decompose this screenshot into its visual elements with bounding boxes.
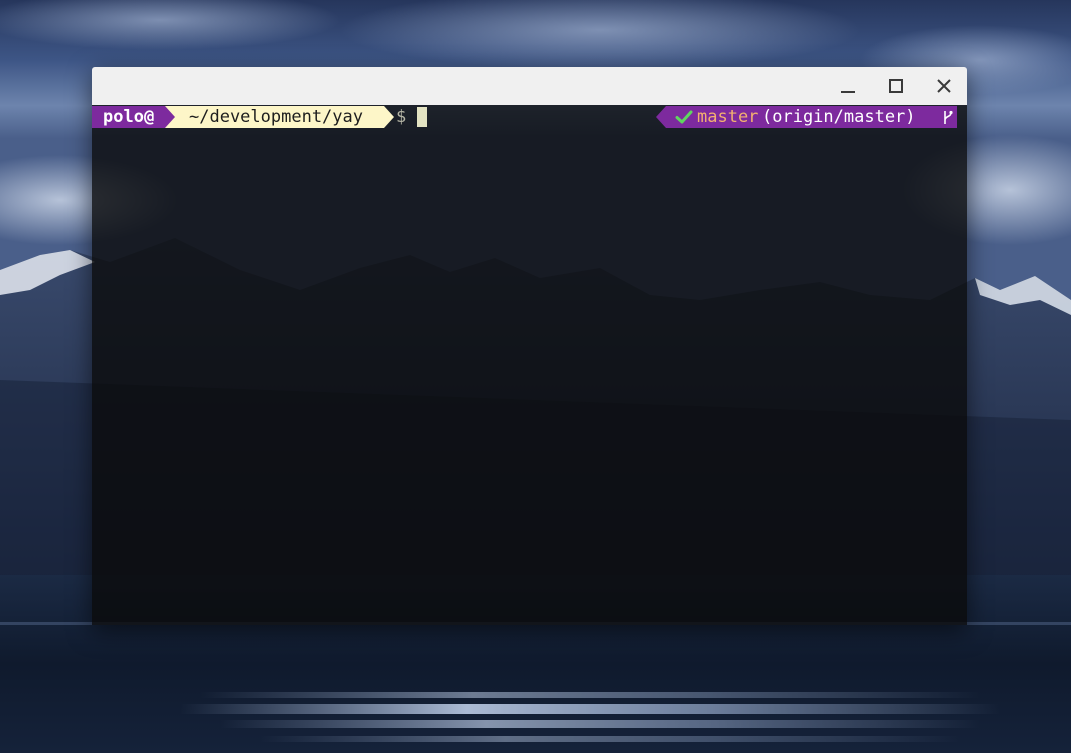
minimize-icon	[841, 91, 855, 93]
terminal-window[interactable]: polo@ ~/development/yay $ master (origin…	[92, 67, 967, 625]
window-titlebar[interactable]	[92, 67, 967, 105]
prompt-user-segment: polo@	[92, 106, 165, 128]
maximize-button[interactable]	[884, 74, 908, 98]
prompt-separator-arrow	[384, 106, 394, 128]
git-branch-name: master	[697, 107, 759, 127]
minimize-button[interactable]	[836, 74, 860, 98]
desktop: polo@ ~/development/yay $ master (origin…	[0, 0, 1071, 753]
prompt-symbol: $	[396, 107, 407, 127]
prompt-separator-arrow	[165, 106, 175, 128]
git-status-segment: master (origin/master)	[666, 106, 957, 128]
maximize-icon	[889, 79, 903, 93]
text-cursor[interactable]	[417, 107, 427, 127]
close-icon	[937, 79, 951, 93]
close-button[interactable]	[932, 74, 956, 98]
prompt-path-segment: ~/development/yay	[175, 106, 384, 128]
git-separator-arrow	[656, 106, 666, 128]
git-branch-icon	[944, 110, 953, 124]
git-remote-name: (origin/master)	[762, 107, 916, 127]
check-icon	[675, 110, 693, 124]
prompt-line: polo@ ~/development/yay $ master (origin…	[92, 106, 967, 128]
terminal-body[interactable]: polo@ ~/development/yay $ master (origin…	[92, 105, 967, 625]
